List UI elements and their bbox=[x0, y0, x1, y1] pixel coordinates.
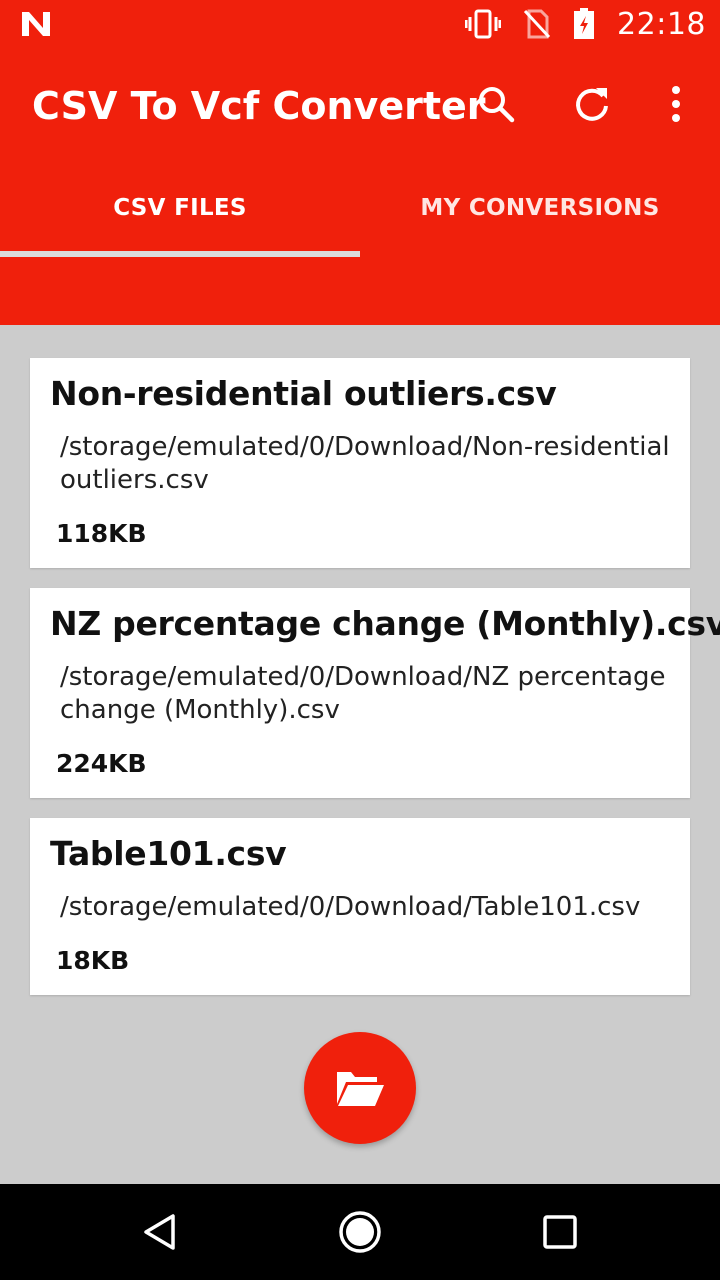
more-vert-icon bbox=[672, 86, 680, 122]
file-path: /storage/emulated/0/Download/NZ percenta… bbox=[60, 662, 666, 725]
clock: 22:18 bbox=[617, 6, 706, 42]
file-card[interactable]: Table101.csv /storage/emulated/0/Downloa… bbox=[30, 818, 690, 995]
home-icon bbox=[339, 1211, 381, 1253]
file-list: Non-residential outliers.csv /storage/em… bbox=[30, 358, 720, 1015]
file-size: 118KB bbox=[56, 519, 147, 548]
refresh-button[interactable] bbox=[568, 80, 616, 128]
back-button[interactable] bbox=[132, 1204, 188, 1260]
notification-n-icon bbox=[22, 12, 50, 36]
file-name: NZ percentage change (Monthly).csv bbox=[50, 604, 720, 643]
more-options-button[interactable] bbox=[652, 80, 700, 128]
back-icon bbox=[144, 1214, 175, 1250]
tab-csv-files[interactable]: CSV FILES bbox=[0, 160, 360, 256]
file-path: /storage/emulated/0/Download/Table101.cs… bbox=[60, 892, 641, 922]
recents-icon bbox=[543, 1215, 577, 1249]
file-path: /storage/emulated/0/Download/Non-residen… bbox=[60, 432, 670, 495]
tab-bar: CSV FILES MY CONVERSIONS bbox=[0, 160, 720, 325]
app-bar: CSV To Vcf Converter bbox=[0, 48, 720, 160]
recents-button[interactable] bbox=[532, 1204, 588, 1260]
file-card[interactable]: Non-residential outliers.csv /storage/em… bbox=[30, 358, 690, 568]
folder-open-icon bbox=[337, 1072, 384, 1106]
no-sim-icon bbox=[523, 9, 551, 39]
file-name: Non-residential outliers.csv bbox=[50, 374, 557, 413]
file-size: 224KB bbox=[56, 749, 147, 778]
file-card[interactable]: NZ percentage change (Monthly).csv /stor… bbox=[30, 588, 720, 798]
tab-indicator bbox=[0, 251, 360, 257]
search-button[interactable] bbox=[472, 80, 520, 128]
open-folder-fab[interactable] bbox=[304, 1032, 416, 1144]
search-icon bbox=[479, 87, 515, 123]
app-title: CSV To Vcf Converter bbox=[32, 84, 486, 128]
file-size: 18KB bbox=[56, 946, 130, 975]
refresh-icon bbox=[576, 88, 608, 121]
file-name: Table101.csv bbox=[50, 834, 287, 873]
status-bar: 22:18 bbox=[0, 0, 720, 48]
home-button[interactable] bbox=[332, 1204, 388, 1260]
vibrate-icon bbox=[465, 9, 502, 39]
system-nav-bar bbox=[0, 1184, 720, 1280]
tab-my-conversions[interactable]: MY CONVERSIONS bbox=[360, 160, 720, 256]
battery-charging-icon bbox=[574, 8, 595, 39]
